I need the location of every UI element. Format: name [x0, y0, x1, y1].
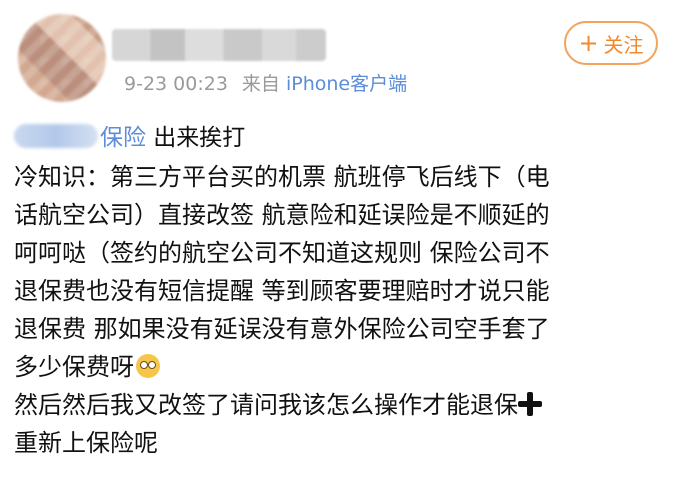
source-prefix: 来自 — [241, 73, 280, 95]
post-line: 呵呵哒（签约的航空公司不知道这规则 保险公司不 — [14, 239, 550, 267]
post-line-text: 然后然后我又改签了请问我该怎么操作才能退保 — [14, 391, 518, 419]
follow-label: 关注 — [603, 32, 644, 57]
post-line: 退保费 那如果没有延误没有意外保险公司空手套了 — [14, 315, 550, 343]
rolling-eyes-emoji-icon — [136, 354, 160, 378]
post-line: 退保费也没有短信提醒 等到顾客要理赔时才说只能 — [14, 277, 550, 305]
mention-after-text: 出来挨打 — [146, 125, 246, 151]
post-line: 重新上保险呢 — [14, 429, 158, 457]
post-source[interactable]: iPhone客户端 — [286, 73, 407, 95]
post-line: 话航空公司）直接改签 航意险和延误险是不顺延的 — [14, 201, 550, 229]
post-line-text: 多少保费呀 — [14, 353, 134, 381]
post-time: 9-23 00:23 — [124, 73, 228, 95]
mention-blurred — [14, 124, 98, 148]
user-avatar[interactable] — [18, 14, 106, 102]
follow-button[interactable]: + 关注 — [564, 21, 658, 65]
post-mention-line: 保险 出来挨打 — [14, 118, 245, 152]
post-line-with-plus: 然后然后我又改签了请问我该怎么操作才能退保 — [14, 386, 678, 424]
heavy-plus-icon — [518, 392, 542, 416]
plus-icon: + — [578, 29, 599, 57]
post-body: 冷知识：第三方平台买的机票 航班停飞后线下（电 话航空公司）直接改签 航意险和延… — [14, 158, 678, 462]
mention-link[interactable]: 保险 — [14, 124, 146, 151]
post-line: 冷知识：第三方平台买的机票 航班停飞后线下（电 — [14, 163, 550, 191]
mention-text: 保险 — [100, 125, 146, 151]
username-blurred[interactable] — [112, 29, 326, 61]
post-meta: 9-23 00:23 来自 iPhone客户端 — [124, 69, 407, 96]
post-line-with-emoji: 多少保费呀 — [14, 348, 678, 386]
